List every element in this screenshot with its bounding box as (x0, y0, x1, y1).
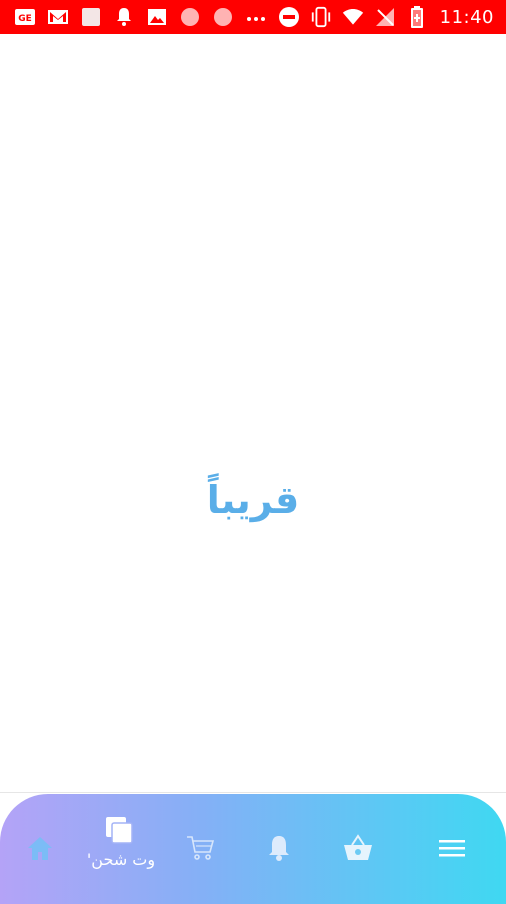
wifi-icon (342, 6, 364, 28)
circle-icon (212, 6, 234, 28)
bell-icon (269, 836, 289, 861)
vibrate-icon (310, 6, 332, 28)
nav-home[interactable] (20, 830, 60, 866)
nav-divider (0, 792, 506, 793)
clock: 11:40 (439, 6, 494, 28)
notification-icons: GE (14, 6, 278, 28)
nav-cart[interactable] (180, 830, 220, 866)
system-icons: 11:40 (274, 6, 494, 28)
more-dots-icon (245, 6, 267, 28)
nav-menu[interactable] (432, 830, 472, 866)
gmail-icon (47, 6, 69, 28)
bell-icon (113, 6, 135, 28)
nav-basket[interactable] (338, 830, 378, 866)
square-icon (80, 6, 102, 28)
cards-icon (104, 816, 136, 848)
svg-text:GE: GE (18, 14, 32, 24)
circle-icon (179, 6, 201, 28)
battery-charging-icon (406, 6, 428, 28)
image-icon (146, 6, 168, 28)
basket-icon (344, 834, 372, 860)
dnd-icon (278, 6, 300, 28)
menu-icon (439, 840, 465, 857)
home-icon (28, 837, 52, 860)
cart-icon (187, 836, 215, 860)
main-content: قريباً (0, 34, 506, 794)
coming-soon-text: قريباً (206, 478, 300, 522)
no-signal-icon (374, 6, 396, 28)
bottom-nav: وت شحن' (0, 794, 506, 904)
nav-cards-label: وت شحن' (86, 850, 156, 869)
nav-cards[interactable]: وت شحن' (80, 816, 162, 876)
nav-notifications[interactable] (259, 830, 299, 866)
status-bar: GE 11:40 (0, 0, 506, 34)
ge-mail-icon: GE (14, 6, 36, 28)
